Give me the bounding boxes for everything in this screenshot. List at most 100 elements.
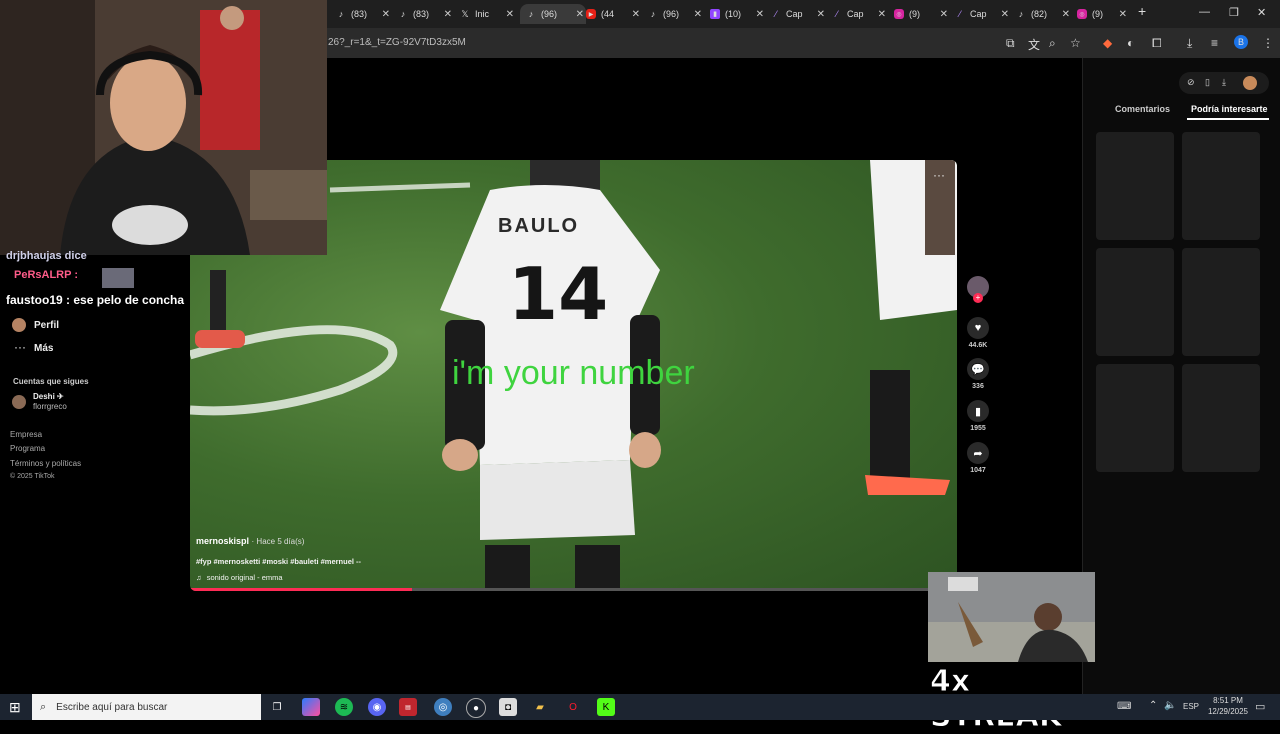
opera-icon[interactable]: O: [564, 698, 582, 716]
task-view-icon[interactable]: ❐: [268, 698, 286, 716]
suggested-video-thumb[interactable]: [1096, 248, 1174, 356]
kick-icon[interactable]: K: [597, 698, 615, 716]
zoom-icon[interactable]: ⌕: [1049, 36, 1056, 51]
sidebar-item-perfil[interactable]: Perfil: [34, 320, 59, 331]
voicemeeter-icon[interactable]: ▤: [399, 698, 417, 716]
webcam-frame: [0, 0, 327, 255]
x-icon: 𝕏: [461, 8, 469, 19]
browser-tab[interactable]: ◎ (9) ✕: [1077, 4, 1129, 24]
extension-icon[interactable]: ◐: [1127, 36, 1134, 50]
minimize-button[interactable]: —: [1199, 6, 1210, 18]
more-options-icon[interactable]: ···: [933, 168, 945, 182]
windows-start-icon[interactable]: ⊞: [9, 699, 21, 716]
share-count: 1047: [970, 467, 986, 474]
sidebar-item-mas[interactable]: Más: [34, 343, 53, 354]
browser-tab[interactable]: ▮ (10) ✕: [710, 4, 766, 24]
close-icon[interactable]: ✕: [576, 9, 584, 20]
clock-time[interactable]: 8:51 PM: [1206, 696, 1250, 705]
browser-tab[interactable]: ♪ (96) ✕: [648, 4, 704, 24]
close-icon[interactable]: ✕: [1119, 9, 1127, 20]
suggested-video-thumb[interactable]: [1182, 132, 1260, 240]
suggested-video-thumb[interactable]: [1096, 132, 1174, 240]
address-bar[interactable]: 26?_r=1&_t=ZG-92V7tD3zx5M: [328, 37, 466, 48]
notifications-icon[interactable]: ▭: [1255, 700, 1265, 713]
following-avatar[interactable]: [12, 395, 26, 409]
browser-tab[interactable]: ▶ (44 ✕: [586, 4, 642, 24]
taskbar-search[interactable]: ⌕ Escribe aquí para buscar: [32, 694, 261, 720]
profile-avatar[interactable]: B: [1234, 35, 1248, 49]
close-window-button[interactable]: ✕: [1257, 6, 1266, 19]
creator-avatar-button[interactable]: +: [966, 276, 990, 303]
app-icon[interactable]: ◘: [499, 698, 517, 716]
settings-icon[interactable]: ⊘: [1187, 77, 1195, 88]
share-button[interactable]: ➦ 1047: [966, 442, 990, 474]
extension-fox-icon[interactable]: ◆: [1103, 36, 1112, 50]
comment-count: 336: [972, 383, 984, 390]
puzzle-icon[interactable]: ⧠: [1152, 36, 1162, 51]
close-icon[interactable]: ✕: [756, 9, 764, 20]
close-icon[interactable]: ✕: [940, 9, 948, 20]
close-icon[interactable]: ✕: [632, 9, 640, 20]
download-icon[interactable]: ⤓: [1222, 77, 1226, 88]
new-tab-button[interactable]: +: [1138, 3, 1146, 19]
browser-tab[interactable]: ♪ (83) ✕: [398, 4, 454, 24]
tab-podria-interesarte[interactable]: Podría interesarte: [1191, 104, 1268, 114]
menu-dots-icon[interactable]: ⋮: [1262, 36, 1274, 50]
close-icon[interactable]: ✕: [1001, 9, 1009, 20]
video-sound[interactable]: ♫ sonido original - emma: [196, 573, 283, 582]
like-count: 44.6K: [968, 342, 988, 349]
keyboard-icon[interactable]: ⌨: [1117, 701, 1131, 712]
tray-chevron-icon[interactable]: ⌃: [1149, 700, 1157, 711]
bookmark-star-icon[interactable]: ☆: [1070, 36, 1081, 50]
browser-tab[interactable]: 𝕏 Inic ✕: [460, 4, 516, 24]
spotify-icon[interactable]: ≋: [335, 698, 353, 716]
tiktok-icon: ♪: [528, 9, 534, 19]
clock-date[interactable]: 12/29/2025: [1200, 707, 1256, 716]
volume-icon[interactable]: 🔈: [1164, 700, 1176, 711]
avatar[interactable]: [1243, 76, 1257, 90]
close-icon[interactable]: ✕: [878, 9, 886, 20]
browser-tab-active[interactable]: ♪ (96) ✕: [520, 4, 586, 24]
close-icon[interactable]: ✕: [1062, 9, 1070, 20]
link-empresa[interactable]: Empresa: [10, 430, 42, 439]
following-name[interactable]: Deshi ✈: [33, 392, 64, 401]
browser-tab[interactable]: ⁄ Cap ✕: [771, 4, 827, 24]
obs-icon[interactable]: ●: [466, 698, 486, 718]
video-hashtags[interactable]: #fyp #mernosketti #moski #bauleti #mernu…: [196, 557, 361, 566]
follow-plus-icon[interactable]: +: [973, 293, 983, 303]
suggested-video-thumb[interactable]: [1182, 248, 1260, 356]
browser-tab[interactable]: ♪ (83) ✕: [336, 4, 392, 24]
save-button[interactable]: ▮ 1955: [966, 400, 990, 432]
comment-button[interactable]: 💬 336: [966, 358, 990, 390]
browser-tab[interactable]: ⁄ Cap ✕: [955, 4, 1011, 24]
translate-icon[interactable]: 文: [1028, 36, 1040, 53]
chrome-icon[interactable]: ◎: [434, 698, 452, 716]
close-icon[interactable]: ✕: [694, 9, 702, 20]
close-icon[interactable]: ✕: [506, 9, 514, 20]
close-icon[interactable]: ✕: [817, 9, 825, 20]
following-handle[interactable]: florrgreco: [33, 402, 67, 411]
tab-comentarios[interactable]: Comentarios: [1115, 104, 1170, 114]
cast-icon[interactable]: ⧉: [1006, 36, 1015, 51]
progress-track[interactable]: [190, 588, 957, 591]
device-icon[interactable]: ▯: [1205, 77, 1210, 88]
suggested-video-thumb[interactable]: [1096, 364, 1174, 472]
download-icon[interactable]: ⤓: [1187, 36, 1192, 51]
link-terminos[interactable]: Términos y políticas: [10, 459, 81, 468]
restore-button[interactable]: ❐: [1229, 6, 1239, 19]
file-explorer-icon[interactable]: ▰: [531, 698, 549, 716]
copilot-icon[interactable]: [302, 698, 320, 716]
suggested-video-thumb[interactable]: [1182, 364, 1260, 472]
browser-tab[interactable]: ◎ (9) ✕: [894, 4, 950, 24]
video-author[interactable]: mernoskispl: [196, 536, 249, 546]
close-icon[interactable]: ✕: [382, 9, 390, 20]
browser-tab[interactable]: ⁄ Cap ✕: [832, 4, 888, 24]
discord-icon[interactable]: ◉: [368, 698, 386, 716]
link-programa[interactable]: Programa: [10, 444, 45, 453]
close-icon[interactable]: ✕: [444, 9, 452, 20]
chat-message: faustoo19 : ese pelo de concha: [6, 293, 185, 307]
browser-tab[interactable]: ♪ (82) ✕: [1016, 4, 1072, 24]
media-control-icon[interactable]: ≡: [1211, 36, 1218, 50]
language-indicator[interactable]: ESP: [1183, 702, 1199, 711]
like-button[interactable]: ♥ 44.6K: [966, 317, 990, 349]
